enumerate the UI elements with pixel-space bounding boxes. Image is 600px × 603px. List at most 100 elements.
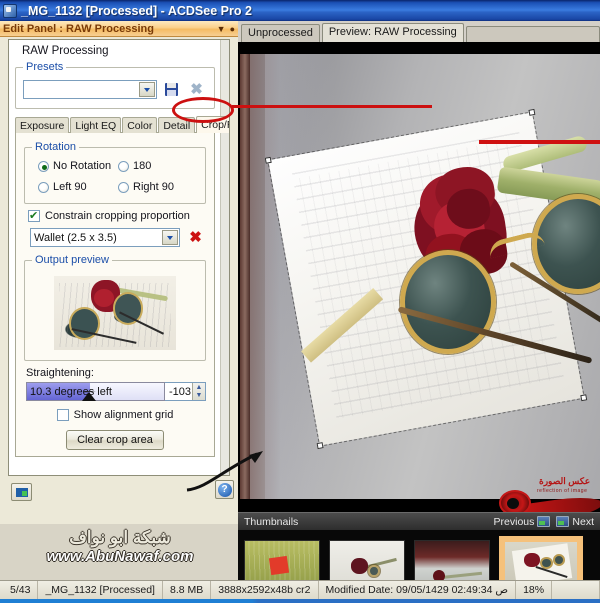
- constrain-label: Constrain cropping proportion: [45, 210, 190, 222]
- logo-latin-text: reflection of image: [537, 488, 588, 494]
- tab-detail[interactable]: Detail: [158, 117, 196, 133]
- slider-thumb[interactable]: [81, 391, 96, 401]
- radio-label: Right 90: [133, 181, 174, 193]
- watermark-arabic: شبكة ابو نواف: [69, 528, 171, 547]
- straightening-spinner[interactable]: -103 ▲ ▼: [164, 382, 206, 401]
- red-x-icon: ✖: [189, 229, 202, 246]
- output-preview-group: Output preview: [24, 254, 206, 361]
- next-label[interactable]: Next: [572, 516, 594, 528]
- clear-ratio-button[interactable]: ✖: [185, 227, 206, 248]
- checkbox-icon: [56, 409, 69, 421]
- radio-icon: [38, 181, 49, 193]
- tab-light-eq[interactable]: Light EQ: [70, 117, 122, 133]
- previous-label[interactable]: Previous: [494, 516, 535, 528]
- tab-exposure[interactable]: Exposure: [15, 117, 70, 133]
- app-icon: [3, 3, 17, 18]
- photographer-logo: عكس الصورة reflection of image: [493, 474, 600, 512]
- save-icon: [165, 83, 178, 96]
- edit-panel-scroll-area: RAW Processing Presets ✖ Exposure Light …: [8, 39, 230, 476]
- spinner-arrows[interactable]: ▲ ▼: [192, 383, 205, 400]
- edit-panel-header: Edit Panel : RAW Processing ▼ ●: [0, 21, 238, 37]
- thumbnails-title: Thumbnails: [244, 515, 299, 528]
- radio-right-90[interactable]: Right 90: [118, 181, 198, 193]
- status-zoom: 18%: [516, 581, 553, 599]
- crop-handle-bottom-right[interactable]: [580, 394, 588, 402]
- crop-handle-top-left[interactable]: [264, 156, 272, 164]
- radio-no-rotation[interactable]: No Rotation: [38, 160, 118, 172]
- tab-color[interactable]: Color: [122, 117, 158, 133]
- raw-processing-label: RAW Processing: [22, 45, 109, 57]
- presets-legend: Presets: [26, 61, 64, 73]
- radio-label: Left 90: [53, 181, 87, 193]
- clear-crop-area-button[interactable]: Clear crop area: [66, 430, 164, 450]
- radio-label: 180: [133, 160, 152, 172]
- chevron-down-icon[interactable]: ▼: [217, 24, 226, 34]
- title-bar: _MG_1132 [Processed] - ACDSee Pro 2: [0, 0, 600, 21]
- crop-ratio-combobox[interactable]: Wallet (2.5 x 3.5): [30, 228, 180, 247]
- status-filename: _MG_1132 [Processed]: [38, 581, 163, 599]
- radio-left-90[interactable]: Left 90: [38, 181, 118, 193]
- radio-icon: [118, 160, 129, 172]
- tab-unprocessed[interactable]: Unprocessed: [241, 24, 320, 42]
- chevron-down-icon[interactable]: [162, 230, 178, 245]
- sunglasses-lens-left: [400, 250, 496, 354]
- radio-label: No Rotation: [53, 160, 112, 172]
- constrain-cropping-checkbox[interactable]: Constrain cropping proportion: [28, 209, 206, 222]
- photo-image: [240, 54, 600, 499]
- radio-icon: [118, 181, 129, 193]
- edit-panel-tabs: Exposure Light EQ Color Detail Crop/Rota…: [15, 115, 229, 133]
- image-canvas[interactable]: قائمة القص والتوازن عكس الصورة reflectio…: [238, 42, 600, 512]
- compare-image-icon: [15, 487, 28, 497]
- crop-handle-top-right[interactable]: [528, 108, 536, 116]
- presets-combobox[interactable]: [23, 80, 157, 99]
- watermark-strip: شبكة ابو نواف www.AbuNawaf.com: [0, 524, 238, 580]
- show-alignment-grid-checkbox[interactable]: Show alignment grid: [24, 409, 206, 421]
- output-preview-area: [32, 272, 198, 352]
- crop-rotate-tab-body: Rotation No Rotation 180 Left 90 Right 9…: [15, 132, 215, 457]
- output-preview-legend: Output preview: [35, 254, 109, 266]
- straightening-label: Straightening:: [26, 367, 94, 379]
- viewer-tab-bar: Unprocessed Preview: RAW Processing: [238, 21, 600, 42]
- status-modified-date: Modified Date: 09/05/1429 02:49:34 ص: [319, 581, 517, 599]
- pin-icon[interactable]: ●: [230, 24, 235, 34]
- show-grid-label: Show alignment grid: [73, 409, 174, 421]
- checkbox-icon: [28, 209, 40, 222]
- tab-bar-filler: [465, 26, 600, 42]
- crop-handle-bottom-left[interactable]: [316, 442, 324, 450]
- radio-icon: [38, 160, 49, 172]
- annotation-line: [479, 140, 600, 144]
- chevron-up-icon: ▲: [195, 383, 203, 391]
- chevron-down-icon[interactable]: [139, 82, 155, 97]
- delete-x-icon: ✖: [190, 81, 203, 98]
- tab-crop-rotate[interactable]: Crop/Rotate: [196, 116, 229, 133]
- radio-180[interactable]: 180: [118, 160, 198, 172]
- edit-panel: RAW Processing Presets ✖ Exposure Light …: [0, 37, 238, 478]
- taskbar-strip: [0, 599, 600, 603]
- previous-image-icon[interactable]: [537, 516, 551, 527]
- crop-ratio-value: Wallet (2.5 x 3.5): [34, 231, 117, 244]
- compare-image-button[interactable]: [11, 483, 32, 501]
- window-title: _MG_1132 [Processed] - ACDSee Pro 2: [21, 3, 252, 18]
- annotation-arrow: [186, 451, 263, 492]
- status-index: 5/43: [0, 581, 39, 599]
- rotation-group: Rotation No Rotation 180 Left 90 Right 9…: [24, 141, 206, 204]
- save-preset-button[interactable]: [161, 79, 182, 100]
- status-filesize: 8.8 MB: [163, 581, 212, 599]
- status-dimensions: 3888x2592x48b cr2: [211, 581, 319, 599]
- straightening-numeric-value: -103: [168, 385, 191, 398]
- application-window: _MG_1132 [Processed] - ACDSee Pro 2 Edit…: [0, 0, 600, 603]
- status-bar: 5/43 _MG_1132 [Processed] 8.8 MB 3888x25…: [0, 580, 600, 599]
- watermark-url: www.AbuNawaf.com: [46, 548, 194, 565]
- scrollbar[interactable]: [220, 40, 229, 475]
- chevron-down-icon: ▼: [195, 392, 203, 400]
- rotation-legend: Rotation: [35, 141, 76, 153]
- delete-preset-button[interactable]: ✖: [186, 79, 207, 100]
- next-image-icon[interactable]: [556, 516, 570, 527]
- tab-preview-raw-processing[interactable]: Preview: RAW Processing: [321, 23, 464, 42]
- logo-arabic-text: عكس الصورة: [539, 476, 591, 486]
- status-end: [585, 581, 600, 599]
- edit-panel-title: Edit Panel : RAW Processing: [3, 22, 154, 35]
- straightening-slider[interactable]: 10.3 degrees left: [26, 382, 165, 401]
- thumbnails-header: Thumbnails Previous Next: [238, 512, 600, 530]
- presets-group: Presets ✖: [15, 61, 215, 109]
